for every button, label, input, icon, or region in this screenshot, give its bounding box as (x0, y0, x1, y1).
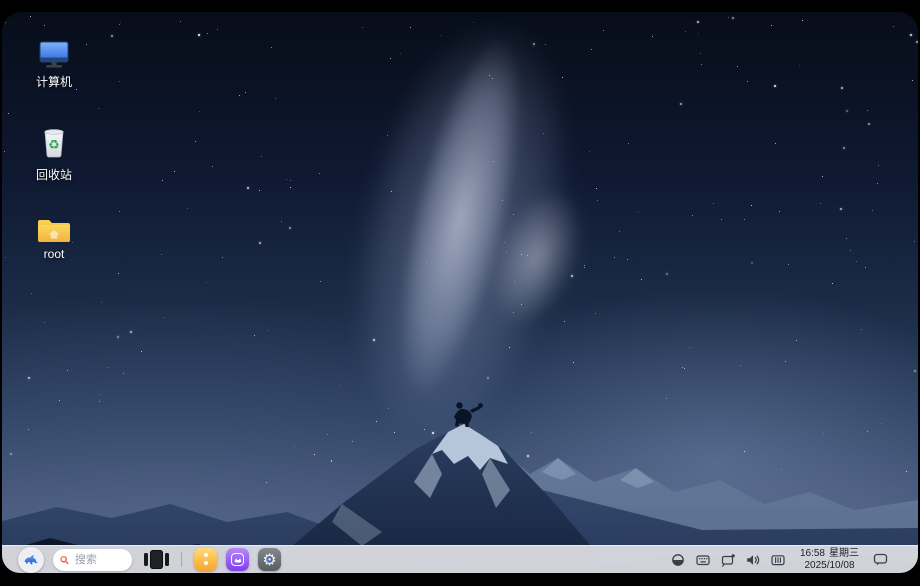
person-on-peak (454, 402, 483, 427)
desktop-icon-label: root (43, 247, 65, 261)
folder-icon (18, 214, 90, 244)
task-view-icon (144, 553, 148, 566)
theme-mode-icon (672, 553, 684, 566)
clock-weekday: 星期三 (829, 548, 859, 559)
launcher-button[interactable] (18, 546, 44, 573)
tray-expand-icon (771, 554, 785, 565)
search-input[interactable] (72, 552, 124, 567)
control-center-icon (267, 557, 272, 562)
notification-center-button[interactable] (872, 551, 888, 569)
screen-cast-icon (721, 553, 735, 567)
mountain-silhouette (2, 402, 918, 573)
taskbar-clock[interactable]: 16:58 星期三 2025/10/08 (800, 548, 859, 571)
launcher-icon (24, 555, 38, 565)
desktop-icon-label: 计算机 (35, 75, 72, 89)
control-center-button[interactable] (258, 548, 281, 571)
notification-center-icon (873, 553, 887, 566)
desktop-icon-computer[interactable]: 计算机 (18, 40, 90, 90)
taskbar-divider (181, 552, 182, 567)
search-box[interactable] (53, 548, 132, 571)
desktop-icon-recycle-bin[interactable]: 回收站 (18, 126, 90, 183)
search-icon (60, 555, 69, 564)
theme-mode-button[interactable] (670, 551, 686, 569)
app-store-button[interactable] (226, 548, 249, 571)
input-method-icon (696, 554, 710, 565)
screen-cast-button[interactable] (720, 551, 736, 569)
volume-icon (747, 554, 760, 565)
app-store-icon (231, 553, 244, 566)
recycle-symbol (36, 136, 72, 154)
desktop-icon-label: 回收站 (35, 168, 72, 182)
task-view-button[interactable] (144, 550, 169, 569)
recycle-bin-icon (18, 126, 90, 163)
uos-ai-button[interactable] (194, 548, 217, 571)
computer-icon (18, 40, 90, 70)
desktop-screen: 计算机 回收站 (2, 12, 918, 573)
clock-time: 16:58 (799, 548, 825, 559)
tray-expand-button[interactable] (770, 551, 786, 569)
wallpaper (2, 12, 918, 573)
clock-date: 2025/10/08 (804, 559, 855, 571)
desktop-icon-root-folder[interactable]: root (18, 214, 90, 261)
volume-button[interactable] (745, 551, 761, 569)
input-method-button[interactable] (695, 551, 711, 569)
taskbar: 16:58 星期三 2025/10/08 (2, 545, 918, 573)
uos-ai-icon (203, 553, 208, 557)
